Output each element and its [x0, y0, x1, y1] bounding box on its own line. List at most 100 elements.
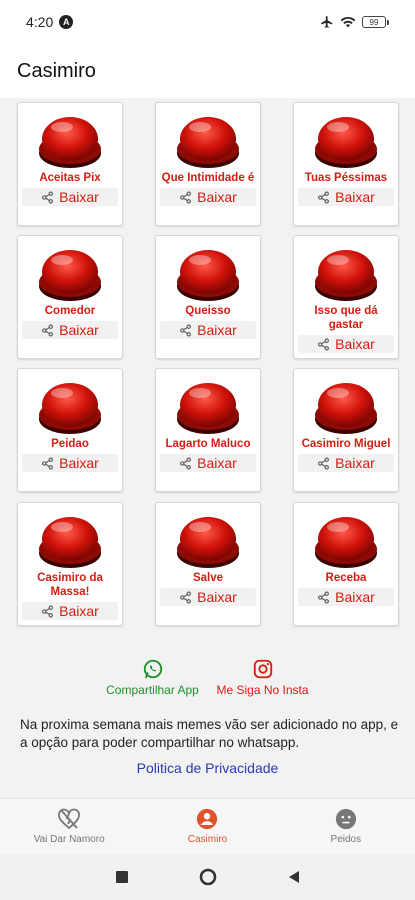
- sound-card: Que Intimidade é Baixar: [155, 102, 261, 226]
- download-share-button[interactable]: Baixar: [22, 602, 118, 620]
- nav-item-casimiro[interactable]: Casimiro: [138, 799, 276, 854]
- share-icon: [180, 457, 192, 469]
- download-share-button[interactable]: Baixar: [298, 335, 394, 353]
- share-icon: [180, 324, 192, 336]
- download-share-button[interactable]: Baixar: [160, 188, 256, 206]
- person-icon: [197, 808, 218, 830]
- sound-label: Lagarto Maluco: [165, 438, 251, 450]
- sound-card: Peidao Baixar: [17, 368, 123, 492]
- red-button-icon[interactable]: [311, 109, 381, 171]
- red-button-icon[interactable]: [173, 375, 243, 437]
- status-bar: 4:20 A 99: [0, 0, 415, 44]
- notification-badge-icon: A: [59, 15, 74, 29]
- sound-label: Peidao: [51, 438, 89, 450]
- download-label: Baixar: [59, 322, 99, 338]
- airplane-icon: [321, 16, 333, 28]
- download-share-button[interactable]: Baixar: [160, 321, 256, 339]
- instagram-icon: [253, 659, 272, 679]
- sound-card: Casimiro Miguel Baixar: [293, 368, 399, 492]
- whatsapp-icon: [143, 659, 162, 679]
- download-label: Baixar: [197, 455, 237, 471]
- download-label: Baixar: [59, 455, 99, 471]
- share-app-label: Compartilhar App: [106, 683, 199, 697]
- download-share-button[interactable]: Baixar: [160, 588, 256, 606]
- instagram-label: Me Siga No Insta: [216, 683, 309, 697]
- broken-heart-icon: [58, 808, 81, 830]
- sound-card: Lagarto Maluco Baixar: [155, 368, 261, 492]
- privacy-policy-link[interactable]: Politica de Privacidade: [0, 760, 415, 776]
- share-icon: [318, 191, 330, 203]
- sound-label: Queisso: [185, 305, 231, 317]
- red-button-icon[interactable]: [173, 509, 243, 571]
- system-nav-bar: [0, 854, 415, 900]
- nav-item-peidos[interactable]: Peidos: [277, 799, 415, 854]
- nav-item-vai-dar-namoro[interactable]: Vai Dar Namoro: [0, 799, 138, 854]
- sound-label: Que Intimidade é: [161, 172, 255, 184]
- download-share-button[interactable]: Baixar: [298, 188, 394, 206]
- battery-icon: 99: [362, 16, 389, 28]
- share-icon: [42, 324, 54, 336]
- instagram-link[interactable]: Me Siga No Insta: [211, 658, 315, 697]
- share-app-link[interactable]: Compartilhar App: [101, 658, 205, 697]
- download-share-button[interactable]: Baixar: [22, 321, 118, 339]
- nav-label: Vai Dar Namoro: [33, 834, 105, 845]
- sound-card: Receba Baixar: [293, 502, 399, 626]
- recents-icon[interactable]: [115, 870, 129, 884]
- download-label: Baixar: [335, 336, 375, 352]
- share-icon: [42, 457, 54, 469]
- sound-label: Receba: [325, 572, 367, 584]
- sound-card: Isso que dá gastar Baixar: [293, 235, 399, 359]
- download-label: Baixar: [335, 455, 375, 471]
- social-links: Compartilhar App Me Siga No Insta: [0, 658, 415, 697]
- wifi-icon: [340, 16, 356, 28]
- download-share-button[interactable]: Baixar: [22, 454, 118, 472]
- status-time: 4:20: [26, 14, 54, 30]
- nav-label: Peidos: [330, 834, 362, 845]
- main-content: Aceitas Pix Baixar Que Intimidade é Baixar T…: [0, 98, 415, 798]
- download-label: Baixar: [335, 189, 375, 205]
- download-label: Baixar: [197, 189, 237, 205]
- download-label: Baixar: [197, 589, 237, 605]
- share-icon: [180, 191, 192, 203]
- sound-label: Tuas Péssimas: [304, 172, 388, 184]
- nav-label: Casimiro: [187, 834, 228, 845]
- download-label: Baixar: [197, 322, 237, 338]
- red-button-icon[interactable]: [311, 509, 381, 571]
- download-share-button[interactable]: Baixar: [22, 188, 118, 206]
- download-share-button[interactable]: Baixar: [298, 454, 394, 472]
- sound-card: Queisso Baixar: [155, 235, 261, 359]
- battery-level: 99: [362, 16, 386, 28]
- bottom-nav: Vai Dar Namoro Casimiro Peidos: [0, 798, 415, 854]
- sound-card: Casimiro da Massa! Baixar: [17, 502, 123, 626]
- share-icon: [318, 457, 330, 469]
- sound-card: Salve Baixar: [155, 502, 261, 626]
- status-right: 99: [320, 15, 389, 29]
- home-icon[interactable]: [199, 868, 217, 886]
- share-icon: [180, 591, 192, 603]
- share-icon: [42, 191, 54, 203]
- status-left: 4:20 A: [26, 14, 74, 30]
- red-button-icon[interactable]: [173, 109, 243, 171]
- red-button-icon[interactable]: [35, 509, 105, 571]
- red-button-icon[interactable]: [173, 242, 243, 304]
- share-icon: [42, 605, 54, 617]
- back-icon[interactable]: [287, 870, 301, 884]
- download-label: Baixar: [59, 189, 99, 205]
- sound-label: Casimiro da Massa!: [37, 572, 103, 598]
- sound-card: Aceitas Pix Baixar: [17, 102, 123, 226]
- sound-label: Isso que dá gastar: [314, 305, 378, 331]
- sound-label: Casimiro Miguel: [301, 438, 391, 450]
- face-icon: [335, 808, 356, 830]
- download-share-button[interactable]: Baixar: [298, 588, 394, 606]
- page-title: Casimiro: [17, 59, 96, 82]
- red-button-icon[interactable]: [35, 242, 105, 304]
- share-icon: [318, 338, 330, 350]
- red-button-icon[interactable]: [35, 109, 105, 171]
- red-button-icon[interactable]: [35, 375, 105, 437]
- sound-label: Aceitas Pix: [39, 172, 101, 184]
- download-share-button[interactable]: Baixar: [160, 454, 256, 472]
- red-button-icon[interactable]: [311, 242, 381, 304]
- red-button-icon[interactable]: [311, 375, 381, 437]
- share-icon: [318, 591, 330, 603]
- sound-label: Comedor: [44, 305, 96, 317]
